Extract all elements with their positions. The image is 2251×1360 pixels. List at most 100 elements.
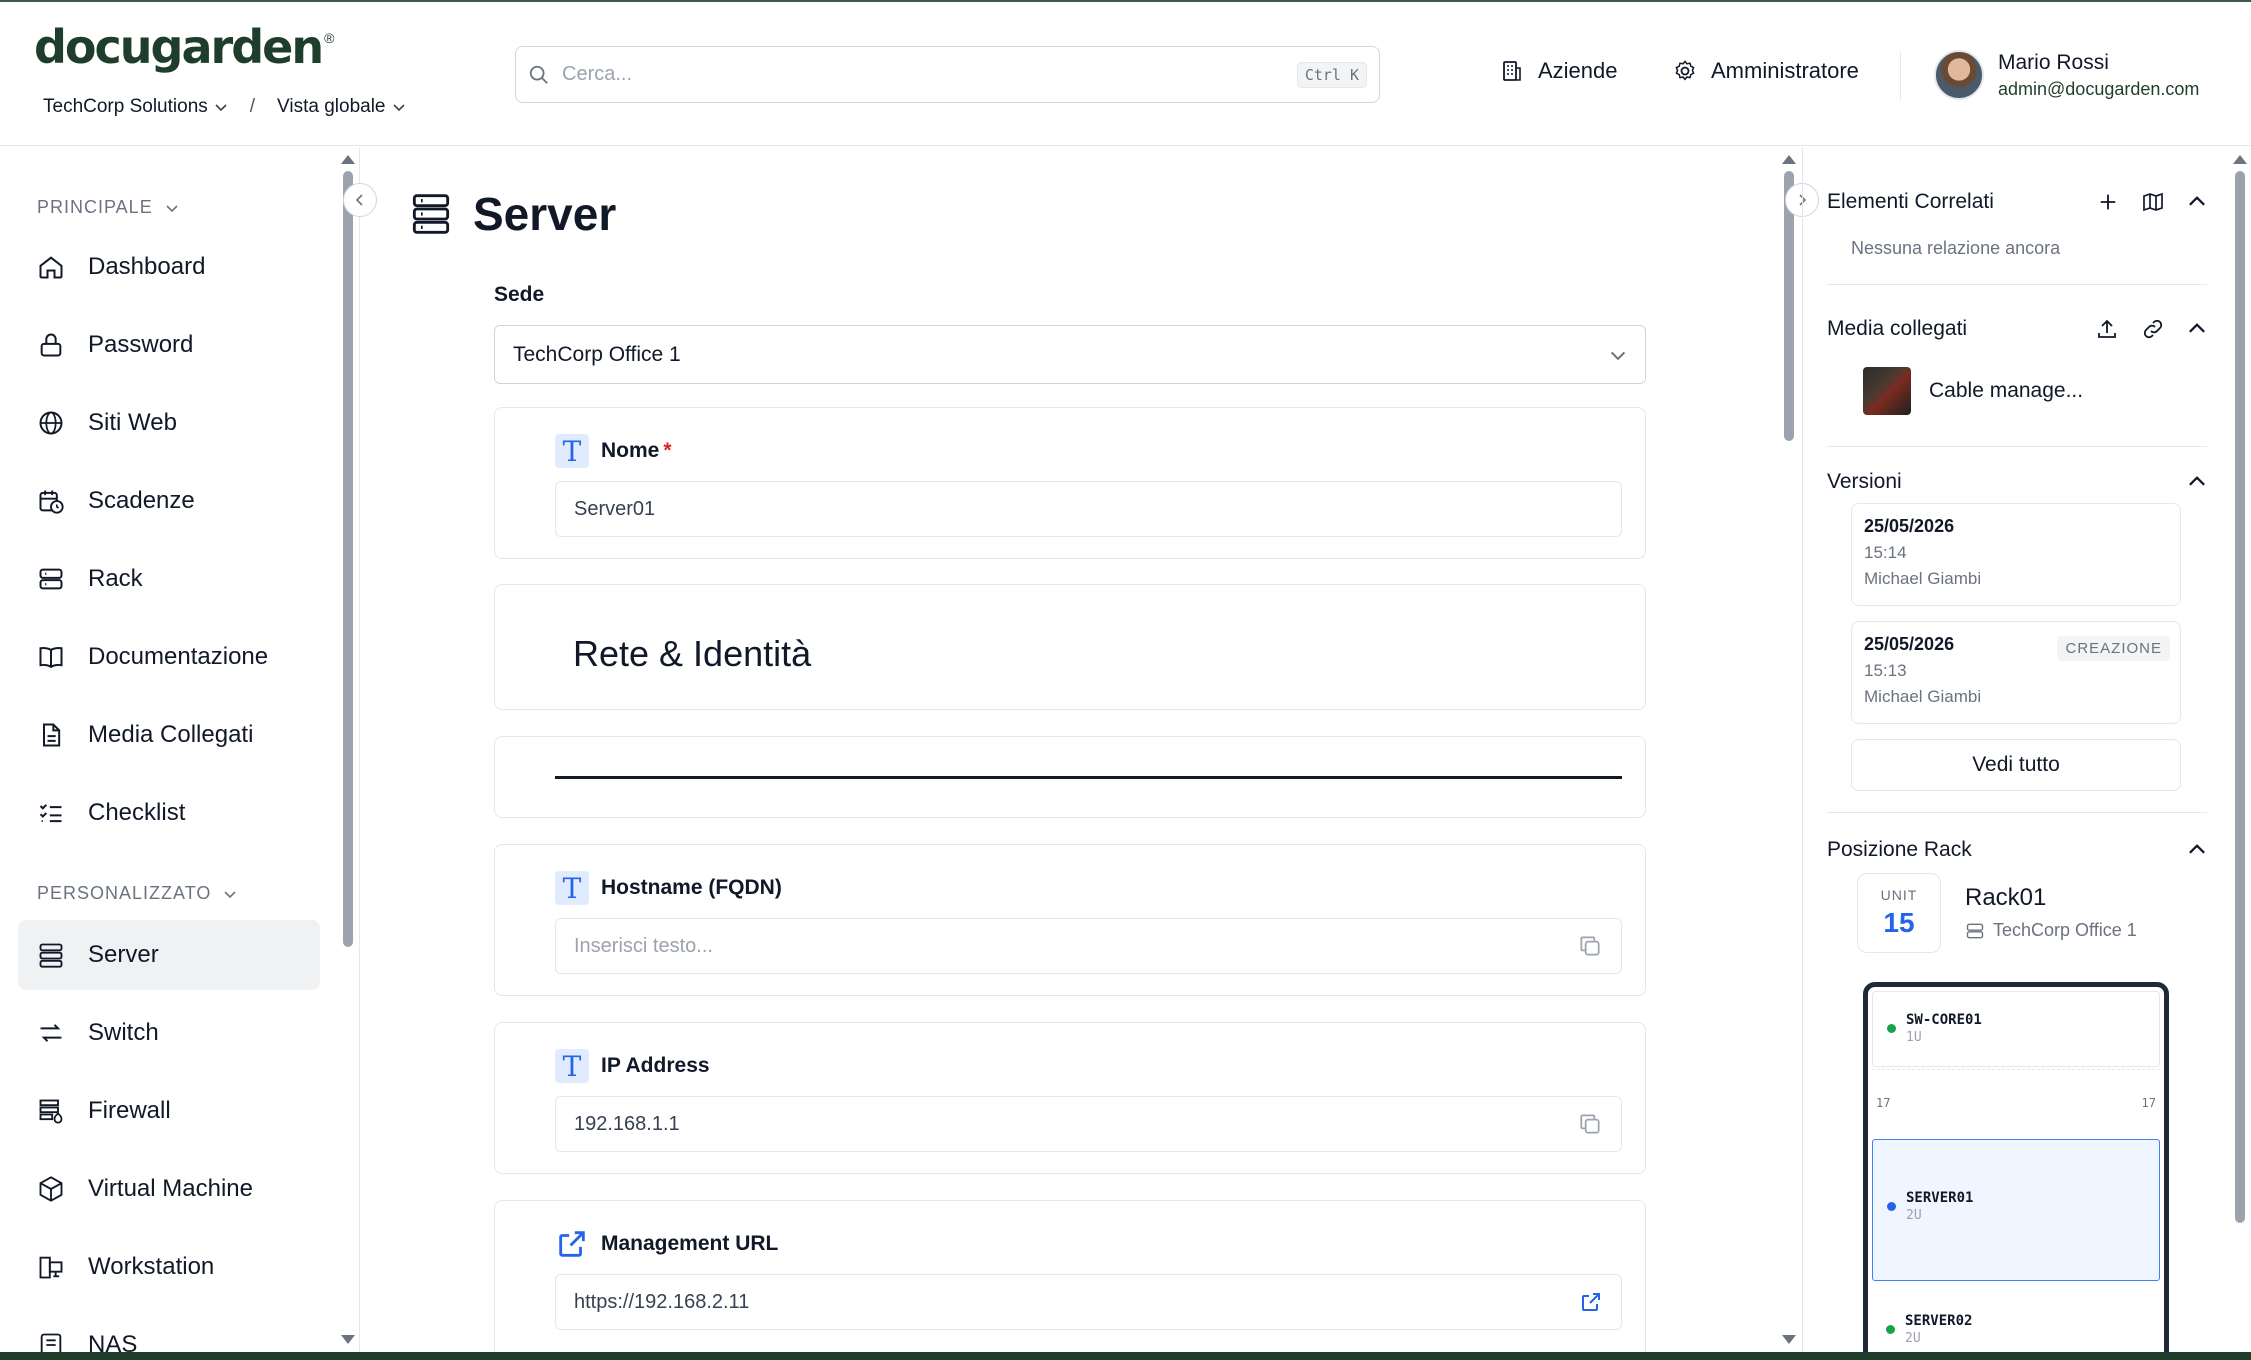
sede-select[interactable]: TechCorp Office 1 [494,325,1646,384]
sidebar-item-server[interactable]: Server [18,920,320,990]
view-selector[interactable]: Vista globale [277,96,405,118]
search-placeholder: Cerca... [562,63,633,85]
ip-label: IP Address [601,1054,710,1077]
nome-label: Nome * [601,439,672,462]
right-panel-scrollbar-thumb[interactable] [2235,171,2245,1223]
rack-slot[interactable]: SW-CORE01 1U [1872,991,2160,1067]
main-scroll-up[interactable] [1782,155,1796,164]
open-link-icon[interactable] [1579,1290,1603,1314]
sidebar-item-rack[interactable]: Rack [18,544,320,614]
divider [1827,284,2207,285]
map-icon[interactable] [2141,190,2165,214]
version-card[interactable]: 25/05/2026 15:13 Michael Giambi CREAZION… [1851,621,2181,724]
sidebar-item-label: Documentazione [88,643,269,670]
sidebar-item-label: Dashboard [88,253,206,280]
companies-link[interactable]: Aziende [1500,58,1618,84]
sidebar-item-siti-web[interactable]: Siti Web [18,388,320,458]
chevron-up-icon[interactable] [2187,319,2207,339]
hostname-label: Hostname (FQDN) [601,876,782,899]
sidebar-item-documentazione[interactable]: Documentazione [18,622,320,692]
text-type-icon: T [555,871,589,905]
creation-badge: CREAZIONE [2057,636,2170,661]
rack-empty-slot[interactable]: 17 17 [1872,1069,2160,1139]
chevron-up-icon[interactable] [2187,472,2207,492]
rack-slot-selected[interactable]: SERVER01 2U [1872,1139,2160,1281]
copy-icon[interactable] [1577,933,1603,959]
server-stack-icon [411,192,451,236]
media-item[interactable]: Cable manage... [1863,367,2083,415]
unit-value: 15 [1883,907,1915,938]
chevron-down-icon [214,100,228,114]
rack-position-header: Posizione Rack [1827,838,2207,862]
hostname-placeholder: Inserisci testo... [574,934,713,957]
sidebar-item-switch[interactable]: Switch [18,998,320,1068]
home-icon [36,252,66,282]
version-card[interactable]: 25/05/2026 15:14 Michael Giambi [1851,503,2181,606]
sidebar-scroll-down[interactable] [341,1335,355,1344]
breadcrumb: TechCorp Solutions / Vista globale [43,96,406,118]
checklist-icon [36,798,66,828]
rack-position-title: Posizione Rack [1827,838,1972,861]
hostname-input[interactable]: Inserisci testo... [555,918,1622,974]
sidebar-item-workstation[interactable]: Workstation [18,1232,320,1302]
sidebar-item-virtual-machine[interactable]: Virtual Machine [18,1154,320,1224]
rack-location: TechCorp Office 1 [1965,920,2137,941]
hostname-field-card: T Hostname (FQDN) Inserisci testo... [494,844,1646,996]
mgmt-url-value: https://192.168.2.11 [574,1290,750,1313]
sidebar-item-checklist[interactable]: Checklist [18,778,320,848]
upload-icon[interactable] [2095,317,2119,341]
section-personalizzato-toggle[interactable]: PERSONALIZZATO [37,883,237,904]
external-link-icon [555,1227,589,1261]
version-time: 15:13 [1864,661,1907,680]
section-heading-card: Rete & Identità [494,584,1646,710]
right-panel-scroll-up[interactable] [2233,155,2247,164]
sidebar-item-nas[interactable]: NAS [18,1310,320,1352]
right-panel: Elementi Correlati Nessuna relazione anc… [1802,147,2251,1352]
sidebar-item-scadenze[interactable]: Scadenze [18,466,320,536]
main-scroll-down[interactable] [1782,1335,1796,1344]
docugarden-logo[interactable]: docugarden ® [34,20,334,74]
version-date: 25/05/2026 [1864,516,1955,536]
divider-card [494,736,1646,818]
mgmt-url-input[interactable]: https://192.168.2.11 [555,1274,1622,1330]
bottom-bar [0,1352,2251,1360]
sidebar-item-label: Checklist [88,799,186,826]
sidebar-item-label: Scadenze [88,487,195,514]
cube-icon [36,1174,66,1204]
admin-link[interactable]: Amministratore [1673,58,1859,84]
section-principale-toggle[interactable]: PRINCIPALE [37,197,179,218]
chevron-up-icon[interactable] [2187,840,2207,860]
sidebar-item-label: Firewall [88,1097,171,1124]
sidebar-scrollbar-thumb[interactable] [343,171,353,947]
unit-number: 17 [2141,1096,2156,1110]
chevron-down-icon [1609,346,1627,364]
sidebar-item-password[interactable]: Password [18,310,320,380]
text-type-icon: T [555,434,589,468]
ip-input[interactable]: 192.168.1.1 [555,1096,1622,1152]
see-all-versions-button[interactable]: Vedi tutto [1851,739,2181,791]
nome-value: Server01 [574,497,656,520]
link-icon[interactable] [2141,317,2165,341]
sidebar-item-firewall[interactable]: Firewall [18,1076,320,1146]
logo-text: docugarden [34,20,324,74]
admin-label: Amministratore [1711,58,1859,83]
lock-icon [36,330,66,360]
rack-slot[interactable]: SERVER02 2U [1872,1285,2160,1352]
sidebar-item-label: Virtual Machine [88,1175,253,1202]
sidebar-item-dashboard[interactable]: Dashboard [18,232,320,302]
sidebar-item-media-collegati[interactable]: Media Collegati [18,700,320,770]
copy-icon[interactable] [1577,1111,1603,1137]
user-menu[interactable]: Mario Rossi admin@docugarden.com [1934,50,2199,100]
plus-icon[interactable] [2097,191,2119,213]
sidebar-item-label: Workstation [88,1253,215,1280]
rack-name[interactable]: Rack01 [1965,884,2137,912]
company-selector[interactable]: TechCorp Solutions [43,96,228,118]
text-type-icon: T [555,1049,589,1083]
search-input[interactable]: Cerca... Ctrl K [515,46,1380,103]
firewall-icon [36,1096,66,1126]
sidebar-scroll-up[interactable] [341,155,355,164]
sede-value: TechCorp Office 1 [513,342,681,366]
version-author: Michael Giambi [1864,687,1982,706]
nome-input[interactable]: Server01 [555,481,1622,537]
chevron-up-icon[interactable] [2187,192,2207,212]
